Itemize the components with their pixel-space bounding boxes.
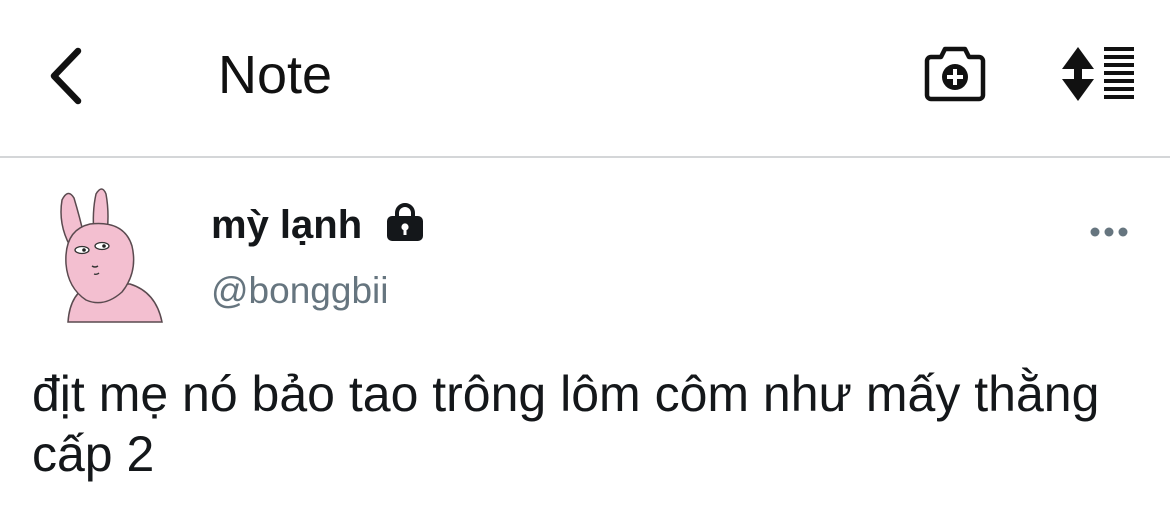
note-post: mỳ lạnh @bonggbii địt mẹ nó bảo tao trôn… bbox=[0, 158, 1170, 518]
user-handle[interactable]: @bonggbii bbox=[211, 266, 388, 316]
display-name[interactable]: mỳ lạnh bbox=[211, 200, 362, 250]
camera-plus-icon bbox=[924, 46, 986, 102]
add-photo-button[interactable] bbox=[918, 38, 992, 110]
sort-button[interactable] bbox=[1056, 38, 1140, 110]
pink-rabbit-avatar-icon bbox=[60, 188, 163, 323]
navigation-bar: Note bbox=[0, 0, 1170, 158]
lock-icon bbox=[384, 203, 426, 243]
back-button[interactable] bbox=[36, 40, 96, 112]
page-title: Note bbox=[218, 45, 333, 105]
sort-list-icon bbox=[1062, 47, 1134, 101]
display-name-row: mỳ lạnh bbox=[211, 200, 426, 250]
chevron-left-icon bbox=[50, 47, 82, 105]
avatar[interactable] bbox=[40, 184, 180, 324]
more-options-button[interactable] bbox=[1080, 214, 1138, 250]
more-horizontal-icon bbox=[1090, 227, 1128, 237]
post-text: địt mẹ nó bảo tao trông lôm côm như mấy … bbox=[32, 366, 1100, 482]
